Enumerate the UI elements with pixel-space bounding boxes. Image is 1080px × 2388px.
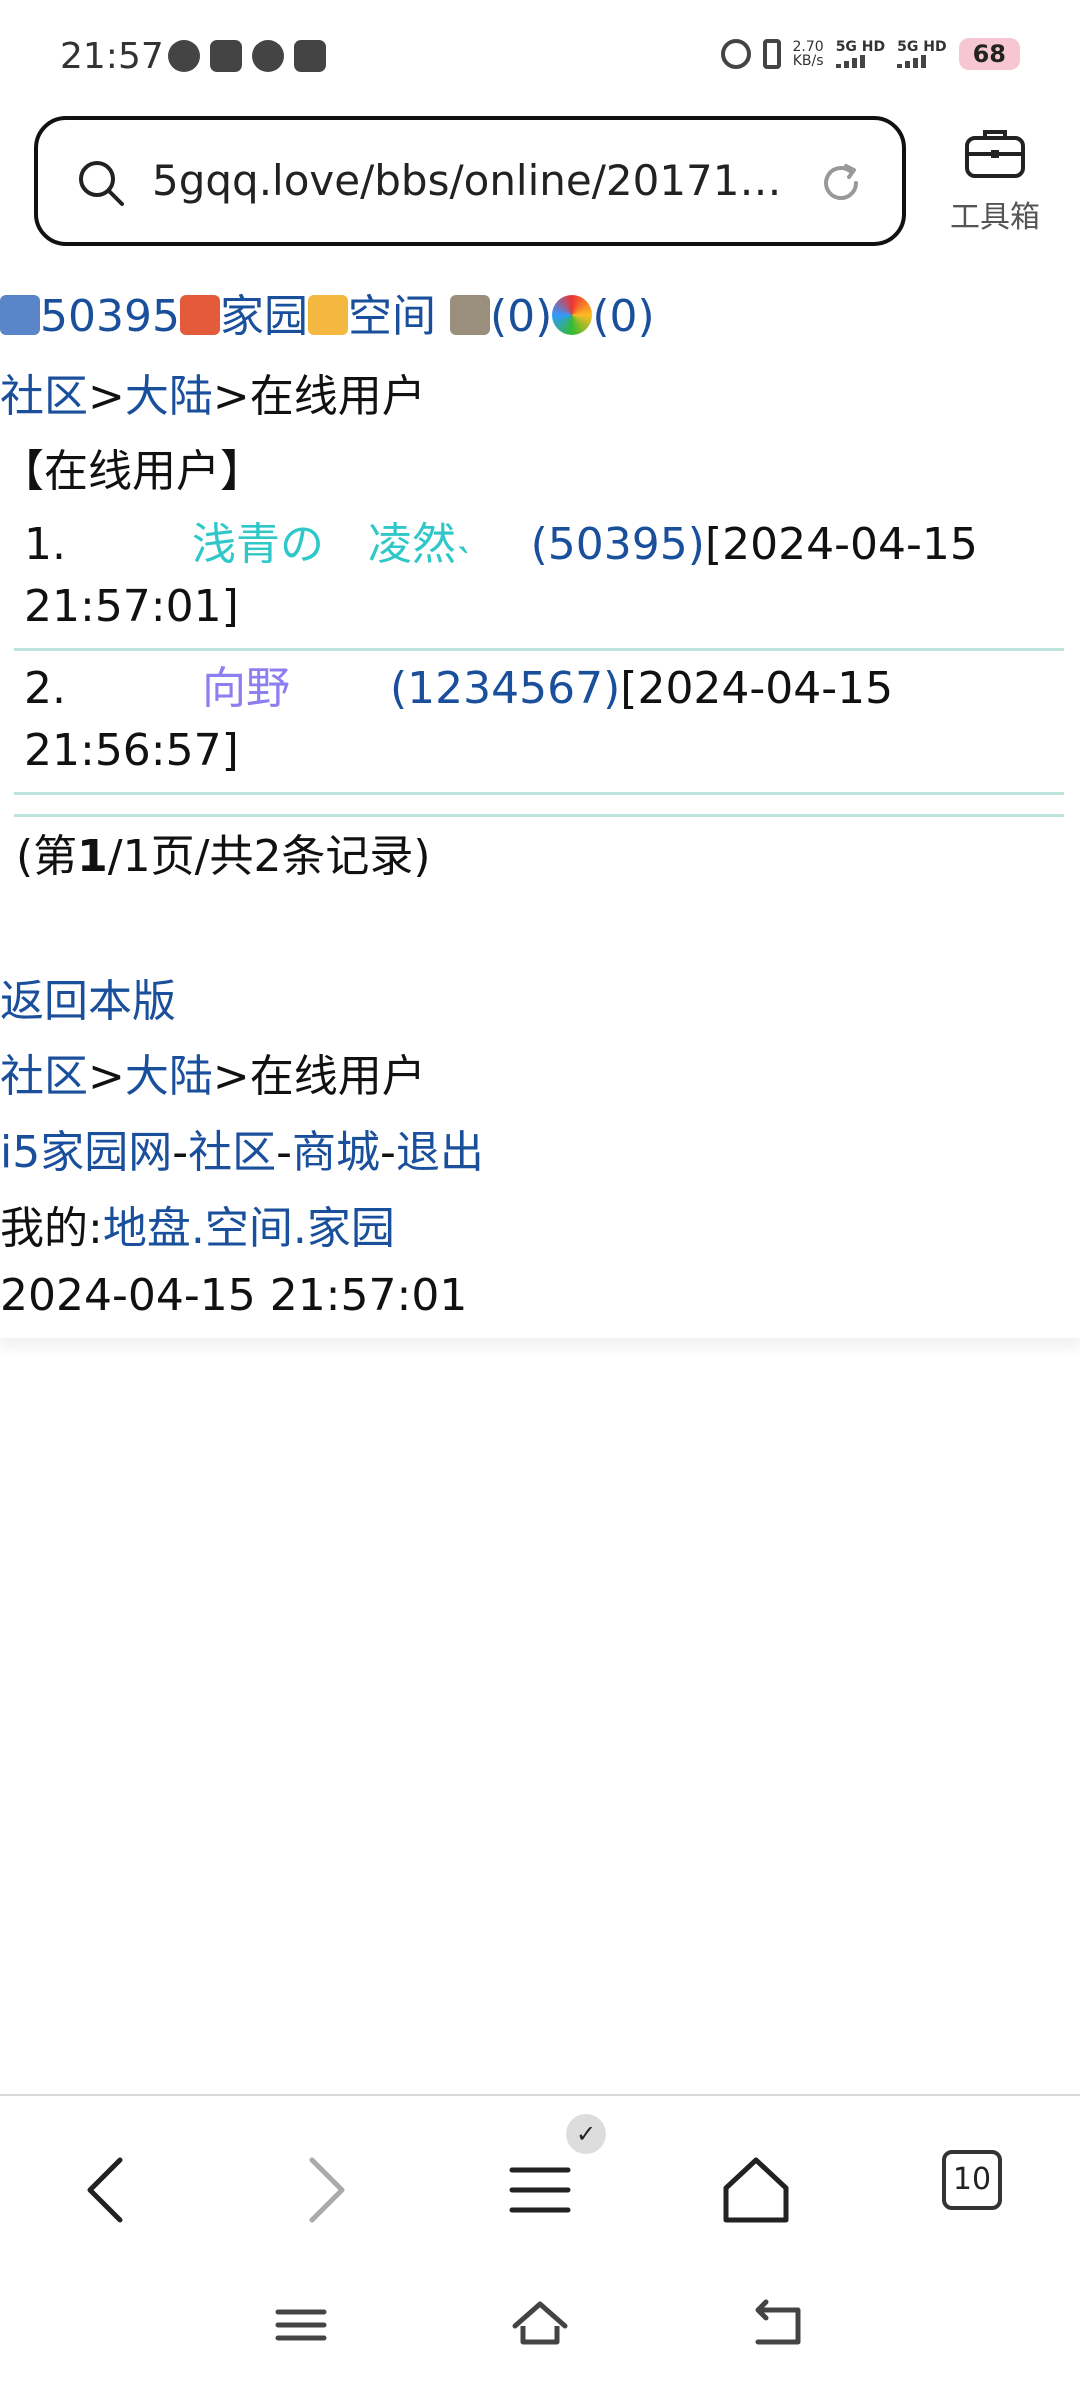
status-bar: 21:57 2.70 KB/s 5G HD 5G HD 68 [0,0,1080,110]
space-link[interactable]: 空间 [348,291,436,342]
section-title: 【在线用户】 [0,446,264,497]
wechat-icon [168,40,200,72]
breadcrumb-mainland[interactable]: 大陆 [125,1051,213,1102]
flash-app-icon [210,40,242,72]
home-icon[interactable] [706,2140,806,2240]
mall-link[interactable]: 商城 [292,1127,380,1178]
pagination-info: (第1/1页/共2条记录) [16,831,431,882]
community-link[interactable]: 社区 [188,1127,276,1178]
pinwheel-icon [552,295,593,335]
system-back-icon[interactable] [744,2290,814,2360]
address-bar[interactable]: 5gqq.love/bbs/online/20171… [34,116,906,246]
recent-apps-icon[interactable] [266,2290,336,2360]
breadcrumb-current: 在线用户 [249,371,426,422]
site-nav-links: i5家园网-社区-商城-退出 [0,1127,484,1178]
menu-icon[interactable] [490,2140,590,2240]
breadcrumb: 社区>大陆>在线用户 [0,371,426,422]
page-content: 50395 家园 空间 (0) (0) 社区>大陆>在线用户 【在线用户】 1. 浅青の… [0,270,1080,1338]
online-user-name[interactable]: 浅青の 凌然˴ [192,519,471,570]
system-home-icon[interactable] [505,2290,575,2360]
star-icon [307,295,348,335]
bank-count-link[interactable]: (0) [490,291,552,342]
my-space-link[interactable]: 空间 [205,1203,293,1254]
search-icon [79,161,124,206]
row-divider [14,792,1064,795]
check-badge-icon: ✓ [566,2114,606,2154]
reload-icon[interactable] [816,158,866,208]
system-status: 2.70 KB/s 5G HD 5G HD 68 [720,38,1020,70]
back-to-board: 返回本版 [0,965,176,1029]
tabs-button[interactable]: 10 [942,2150,1002,2210]
network-speed: 2.70 KB/s [792,39,824,69]
battery-level: 68 [958,38,1020,70]
album-count-link[interactable]: (0) [592,291,654,342]
home-link[interactable]: 家园 [220,291,308,342]
sim1-signal: 5G HD [835,40,885,68]
online-user-row: 1. 浅青の 凌然˴ (50395)[2024-04-15 21:57:01] [24,519,978,632]
page-timestamp: 2024-04-15 21:57:01 [0,1270,468,1321]
online-user-id[interactable]: (1234567) [390,663,620,714]
logout-link[interactable]: 退出 [396,1127,484,1178]
tabs-count-icon: 10 [942,2150,1002,2210]
breadcrumb-community[interactable]: 社区 [0,1051,88,1102]
notification-icons [168,40,326,72]
alarm-icon [720,39,751,69]
row-divider [14,814,1064,817]
my-home-link[interactable]: 家园 [307,1203,395,1254]
breadcrumb-community[interactable]: 社区 [0,371,88,422]
back-arrow-icon[interactable] [58,2140,158,2240]
signal-bars-icon [835,54,885,68]
site-home-link[interactable]: i5家园网 [0,1127,172,1178]
forward-arrow-icon[interactable] [274,2140,374,2240]
toolbox-icon [965,130,1025,178]
user-id-link[interactable]: 50395 [40,291,180,342]
online-user-row: 2. 向野 (1234567)[2024-04-15 21:56:57] [24,663,894,776]
breadcrumb-mainland[interactable]: 大陆 [125,371,213,422]
signal-bars-icon [897,54,946,68]
bank-icon [449,295,490,335]
back-to-board-link[interactable]: 返回本版 [0,976,176,1027]
online-user-id[interactable]: (50395) [531,519,705,570]
house-icon [179,295,220,335]
app-notification-icon [294,40,326,72]
url-text[interactable]: 5gqq.love/bbs/online/20171… [152,156,782,205]
my-links: 我的:地盘.空间.家园 [0,1203,395,1254]
my-land-link[interactable]: 地盘 [103,1203,191,1254]
sim2-signal: 5G HD [897,40,947,68]
user-avatar-icon [0,295,40,335]
toolbox-button[interactable]: 工具箱 [940,124,1050,236]
online-user-name[interactable]: 向野 [202,663,290,714]
user-header-links: 50395 家园 空间 (0) (0) [0,280,655,344]
row-divider [14,648,1064,651]
nav-divider [0,2094,1080,2096]
status-time: 21:57 [60,36,164,77]
vibrate-icon [762,39,781,69]
message-icon [252,40,284,72]
breadcrumb-bottom: 社区>大陆>在线用户 [0,1051,426,1102]
